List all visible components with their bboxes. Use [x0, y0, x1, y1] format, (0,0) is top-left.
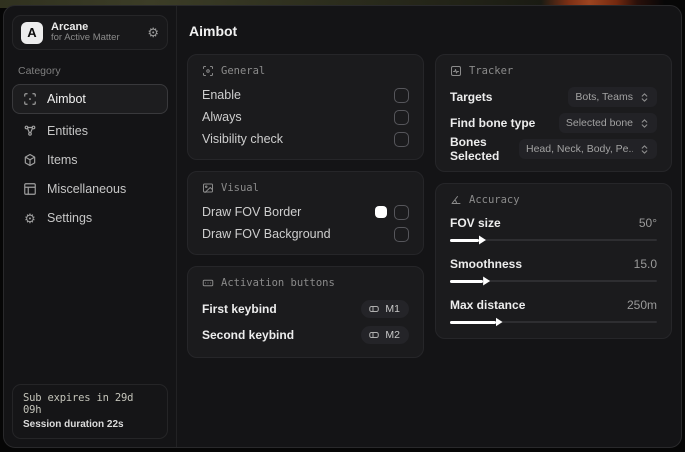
main-content: Aimbot General Enable Always Visibility …: [177, 6, 681, 447]
page-title: Aimbot: [189, 23, 238, 39]
sidebar-item-label: Settings: [47, 211, 93, 225]
select-value: Selected bone: [565, 117, 633, 129]
toggle-row-fov-background: Draw FOV Background: [202, 223, 409, 245]
enable-checkbox[interactable]: [394, 87, 409, 103]
keybind-row-second: Second keybind M2: [202, 322, 409, 348]
fov-background-checkbox[interactable]: [394, 226, 409, 242]
arcane-logo: A: [21, 21, 43, 44]
keybind-label: First keybind: [202, 302, 277, 316]
panel-title: Accuracy: [469, 194, 520, 206]
miscellaneous-icon: [23, 182, 37, 196]
select-value: Bots, Teams: [575, 91, 633, 103]
arcane-menu-window: A Arcane for Active Matter ⚙ Category Ai…: [3, 5, 682, 448]
max-distance-slider[interactable]: [450, 317, 657, 327]
sidebar-item-label: Aimbot: [47, 92, 86, 106]
unfold-icon: [641, 118, 648, 128]
toggle-label: Always: [202, 110, 242, 124]
tracker-icon: [451, 66, 461, 76]
toggle-label: Visibility check: [202, 132, 284, 146]
slider-row-max-distance: Max distance 250m: [450, 295, 657, 327]
sidebar-item-label: Entities: [47, 124, 88, 138]
smoothness-slider[interactable]: [450, 276, 657, 286]
sidebar-item-miscellaneous[interactable]: Miscellaneous: [12, 175, 168, 203]
aimbot-scan-icon: [23, 92, 37, 106]
select-value: Head, Neck, Body, Pe..: [526, 143, 633, 155]
always-checkbox[interactable]: [394, 109, 409, 125]
find-bone-type-select[interactable]: Selected bone: [558, 113, 657, 133]
slider-value: 50°: [638, 216, 657, 230]
select-label: Bones Selected: [450, 135, 500, 163]
toggle-label: Draw FOV Border: [202, 205, 302, 219]
sidebar-item-entities[interactable]: Entities: [12, 117, 168, 145]
general-icon: [203, 66, 213, 76]
accuracy-angle-icon: [451, 196, 461, 204]
panel-visual: Visual Draw FOV Border Draw FOV Backgrou…: [187, 171, 424, 255]
toggle-label: Enable: [202, 88, 241, 102]
select-row-bones-selected: Bones Selected Head, Neck, Body, Pe..: [450, 135, 657, 163]
entities-icon: [23, 124, 37, 138]
sidebar: A Arcane for Active Matter ⚙ Category Ai…: [4, 6, 177, 447]
activation-icon: [202, 279, 214, 287]
items-cube-icon: [23, 153, 37, 167]
select-label: Targets: [450, 90, 493, 104]
sidebar-nav: Aimbot Entities Items Miscellaneous ⚙ Se…: [12, 84, 168, 232]
slider-thumb[interactable]: [495, 317, 503, 327]
slider-thumb[interactable]: [483, 276, 491, 286]
brand-card: A Arcane for Active Matter ⚙: [12, 15, 168, 50]
slider-label: Max distance: [450, 298, 526, 312]
panel-title: Tracker: [469, 65, 514, 77]
sidebar-item-aimbot[interactable]: Aimbot: [12, 84, 168, 114]
unfold-icon: [641, 92, 648, 102]
keybind-value: M2: [385, 329, 400, 341]
select-label: Find bone type: [450, 116, 536, 130]
toggle-label: Draw FOV Background: [202, 227, 331, 241]
keybind-value: M1: [385, 303, 400, 315]
slider-label: Smoothness: [450, 257, 523, 271]
slider-value: 250m: [626, 298, 657, 312]
slider-row-fov-size: FOV size 50°: [450, 213, 657, 245]
panel-general: General Enable Always Visibility check: [187, 54, 424, 160]
fov-size-slider[interactable]: [450, 235, 657, 245]
fov-border-color-swatch[interactable]: [375, 206, 387, 218]
toggle-row-enable: Enable: [202, 84, 409, 106]
slider-row-smoothness: Smoothness 15.0: [450, 254, 657, 286]
select-row-targets: Targets Bots, Teams: [450, 84, 657, 110]
sidebar-item-label: Miscellaneous: [47, 182, 127, 196]
gear-icon[interactable]: ⚙: [147, 25, 159, 41]
targets-select[interactable]: Bots, Teams: [568, 87, 657, 107]
visual-icon: [203, 183, 213, 193]
mouse-icon: [369, 306, 380, 312]
session-duration-text: Session duration 22s: [23, 419, 124, 430]
second-keybind-button[interactable]: M2: [361, 326, 409, 344]
panel-accuracy: Accuracy FOV size 50° Smoothness 15.0 Ma…: [435, 183, 672, 339]
mouse-icon: [369, 332, 380, 338]
settings-gear-icon: ⚙: [24, 210, 36, 226]
keybind-row-first: First keybind M1: [202, 296, 409, 322]
sidebar-item-settings[interactable]: ⚙ Settings: [12, 204, 168, 232]
first-keybind-button[interactable]: M1: [361, 300, 409, 318]
brand-subtitle: for Active Matter: [51, 32, 120, 44]
toggle-row-always: Always: [202, 106, 409, 128]
toggle-row-visibility-check: Visibility check: [202, 128, 409, 150]
toggle-row-fov-border: Draw FOV Border: [202, 201, 409, 223]
panel-tracker: Tracker Targets Bots, Teams Find bone ty…: [435, 54, 672, 172]
subscription-card: Sub expires in 29d 09h Session duration …: [12, 384, 168, 439]
unfold-icon: [641, 144, 648, 154]
keybind-label: Second keybind: [202, 328, 295, 342]
sidebar-item-items[interactable]: Items: [12, 146, 168, 174]
fov-border-checkbox[interactable]: [394, 204, 409, 220]
sub-expires-text: Sub expires in 29d 09h: [23, 392, 134, 416]
select-row-find-bone-type: Find bone type Selected bone: [450, 110, 657, 136]
slider-label: FOV size: [450, 216, 501, 230]
category-label: Category: [18, 65, 61, 77]
slider-thumb[interactable]: [478, 235, 486, 245]
panel-activation-buttons: Activation buttons First keybind M1 Seco…: [187, 266, 424, 358]
panel-title: General: [221, 65, 266, 77]
sidebar-item-label: Items: [47, 153, 78, 167]
visibility-check-checkbox[interactable]: [394, 131, 409, 147]
slider-value: 15.0: [633, 257, 657, 271]
panel-title: Activation buttons: [221, 277, 335, 289]
bones-selected-select[interactable]: Head, Neck, Body, Pe..: [519, 139, 657, 159]
panel-title: Visual: [221, 182, 259, 194]
